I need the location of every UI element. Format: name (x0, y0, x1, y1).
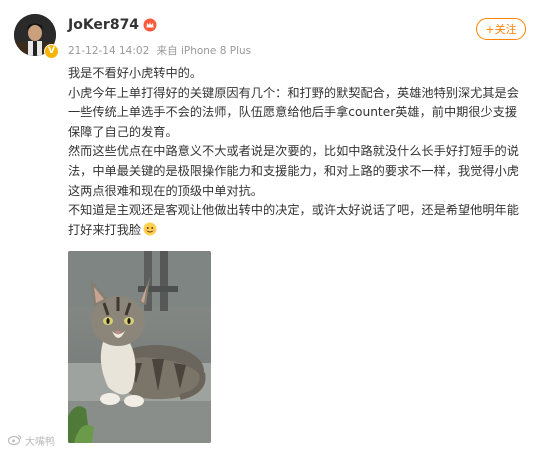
post-paragraph-4: 不知道是主观还是客观让他做出转中的决定，或许太好说话了吧，还是希望他明年能打好来… (68, 203, 519, 237)
author-name[interactable]: JoKer874 (68, 17, 139, 33)
weibo-logo-icon (7, 434, 22, 448)
verified-badge-icon: V (44, 44, 59, 59)
vip-crown-icon (143, 18, 157, 32)
face-emoji-icon (143, 222, 157, 243)
post-image-cat[interactable] (68, 251, 211, 443)
post-paragraph-1: 我是不看好小虎转中的。 (68, 66, 203, 80)
post-paragraph-4-wrap: 不知道是主观还是客观让他做出转中的决定，或许太好说话了吧，还是希望他明年能打好来… (68, 201, 528, 242)
watermark-text: 大嘴鸭 (25, 437, 55, 448)
post-source: 来自 iPhone 8 Plus (156, 45, 252, 57)
follow-button[interactable]: +关注 (476, 18, 526, 40)
post-timestamp[interactable]: 21-12-14 14:02 (68, 45, 149, 57)
post-paragraph-2: 小虎今年上单打得好的关键原因有几个：和打野的默契配合，英雄池特别深尤其是会一些传… (68, 85, 519, 139)
post-content: 我是不看好小虎转中的。 小虎今年上单打得好的关键原因有几个：和打野的默契配合，英… (68, 64, 528, 242)
post-paragraph-3: 然而这些优点在中路意义不大或者说是次要的，比如中路就没什么长手好打短手的说法，中… (68, 144, 519, 198)
watermark: 大嘴鸭 (7, 433, 55, 448)
